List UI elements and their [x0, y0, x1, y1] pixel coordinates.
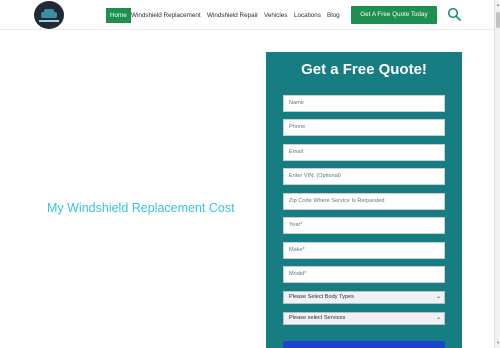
nav-home[interactable]: Home [106, 8, 131, 23]
nav-vehicles[interactable]: Vehicles [264, 8, 287, 23]
year-field[interactable]: Year* [283, 217, 445, 234]
search-icon[interactable] [447, 7, 461, 21]
page-scrollbar[interactable]: ▲ ▼ [494, 0, 500, 348]
body-type-select[interactable]: Please Select Body Types ⌄ [283, 291, 445, 304]
hero-title: My Windshield Replacement Cost [47, 201, 235, 215]
model-field[interactable]: Model* [283, 266, 445, 283]
get-quote-button[interactable]: Get A Free Quote Today [351, 6, 437, 24]
make-field[interactable]: Make* [283, 242, 445, 259]
nav-blog[interactable]: Blog [327, 8, 340, 23]
vin-field[interactable]: Enter VIN: (Optional) [283, 168, 445, 185]
phone-field[interactable]: Phone [283, 119, 445, 136]
services-select[interactable]: Please select Services ⌄ [283, 312, 445, 325]
scroll-up-icon[interactable]: ▲ [496, 2, 500, 7]
submit-button[interactable] [283, 341, 445, 348]
car-logo-icon[interactable] [34, 1, 64, 29]
quote-form: Get a Free Quote! Name Phone Email Enter… [266, 52, 462, 348]
scroll-down-icon[interactable]: ▼ [496, 340, 500, 345]
site-header: Home Windshield Replacement Windshield R… [0, 0, 494, 30]
nav-windshield-replacement[interactable]: Windshield Replacement [131, 8, 201, 23]
scrollbar-thumb[interactable] [496, 12, 500, 28]
chevron-down-icon: ⌄ [435, 315, 441, 321]
form-title: Get a Free Quote! [301, 61, 427, 78]
zip-code-field[interactable]: Zip Code Where Service Is Requested [283, 193, 445, 210]
chevron-down-icon: ⌄ [435, 294, 441, 300]
email-field[interactable]: Email [283, 144, 445, 161]
nav-locations[interactable]: Locations [294, 8, 321, 23]
services-select-value: Please select Services [289, 315, 346, 321]
nav-windshield-repair[interactable]: Windshield Repair [207, 8, 258, 23]
body-type-select-value: Please Select Body Types [289, 294, 354, 300]
name-field[interactable]: Name [283, 95, 445, 112]
